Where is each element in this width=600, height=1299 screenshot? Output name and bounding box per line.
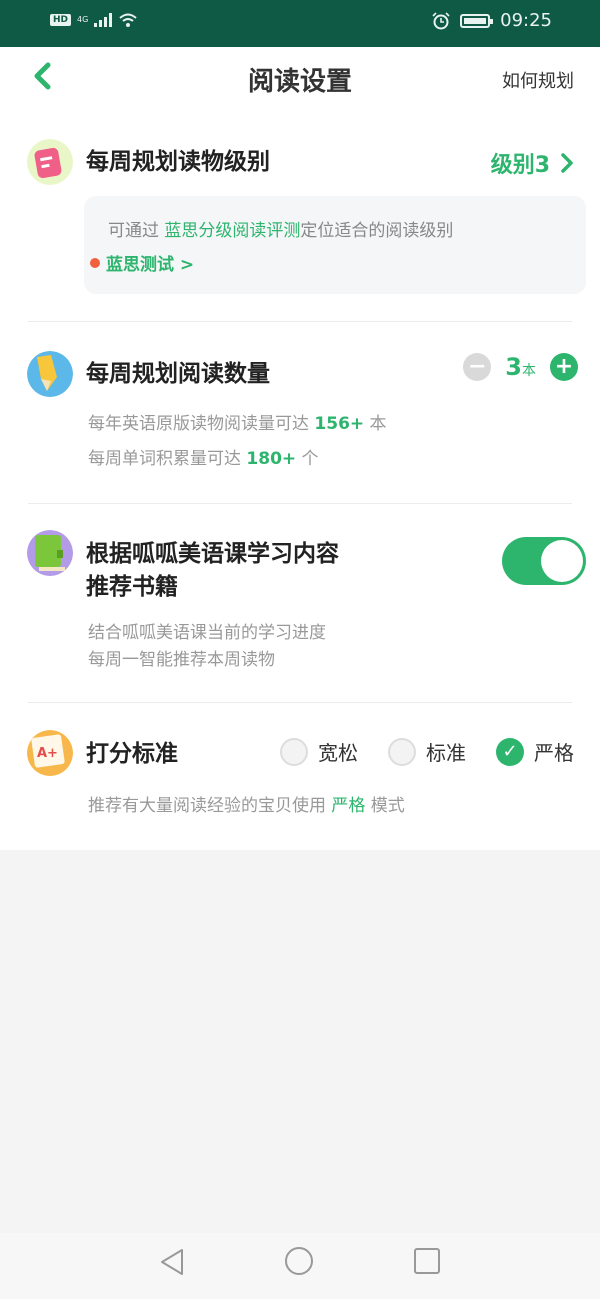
radio-lenient[interactable]: 宽松: [280, 737, 358, 766]
radio-standard-label: 标准: [426, 741, 466, 765]
level-info-text: 可通过 蓝思分级阅读评测定位适合的阅读级别: [108, 216, 453, 241]
radio-strict[interactable]: ✓ 严格: [496, 737, 574, 766]
weekly-prefix: 每周单词积累量可达: [88, 449, 247, 469]
weekly-suffix: 个: [296, 449, 319, 469]
signal-icon: [94, 13, 113, 27]
book-icon: [27, 530, 73, 576]
radio-strict-label: 严格: [534, 741, 574, 765]
nav-bar: 阅读设置 如何规划: [0, 47, 600, 109]
lexile-assessment-link[interactable]: 蓝思分级阅读评测: [164, 221, 300, 241]
count-section-title: 每周规划阅读数量: [86, 361, 270, 387]
status-left: HD 4G: [50, 12, 138, 28]
svg-text:A+: A+: [37, 746, 58, 761]
yearly-prefix: 每年英语原版读物阅读量可达: [88, 414, 315, 434]
radio-circle: [280, 737, 308, 766]
increment-button[interactable]: +: [550, 353, 578, 381]
level-value: 级别3: [490, 153, 550, 178]
quantity-stepper: − 3本 +: [463, 353, 578, 381]
yearly-value: 156+: [314, 414, 365, 434]
system-recents-icon[interactable]: [414, 1248, 440, 1274]
score-desc-value: 严格: [331, 796, 366, 816]
lexile-test-link[interactable]: 蓝思测试 >: [90, 250, 194, 275]
level-section-title: 每周规划读物级别: [86, 149, 270, 175]
recommend-desc-line2: 每周一智能推荐本周读物: [88, 650, 275, 670]
score-radio-group: 宽松 标准 ✓ 严格: [280, 737, 574, 766]
divider: [28, 503, 572, 504]
red-dot-icon: [90, 257, 100, 268]
yearly-suffix: 本: [364, 414, 387, 434]
wifi-icon: [119, 13, 137, 27]
score-desc-suffix: 模式: [365, 796, 405, 816]
level-info-prefix: 可通过: [108, 221, 165, 241]
divider: [28, 702, 572, 703]
level-info-suffix: 定位适合的阅读级别: [300, 221, 454, 241]
battery-icon: [460, 13, 494, 28]
recommend-toggle[interactable]: [502, 537, 586, 585]
radio-standard[interactable]: 标准: [388, 737, 466, 766]
alarm-icon: [432, 11, 450, 29]
settings-page: 阅读设置 如何规划 每周规划读物级别 级别3 可通过 蓝思分级阅读评测定位适合的…: [0, 47, 600, 850]
score-desc: 推荐有大量阅读经验的宝贝使用 严格 模式: [88, 789, 405, 823]
lexile-test-label: 蓝思测试 >: [106, 255, 195, 275]
radio-lenient-label: 宽松: [318, 741, 358, 765]
system-back-icon[interactable]: [158, 1247, 186, 1277]
status-right: 09:25: [432, 10, 552, 31]
score-desc-prefix: 推荐有大量阅读经验的宝贝使用: [88, 796, 332, 816]
count-unit: 本: [522, 363, 536, 379]
toggle-knob: [541, 540, 583, 582]
score-section-title: 打分标准: [86, 741, 178, 767]
reading-level-icon: [27, 139, 73, 185]
check-icon: ✓: [496, 737, 524, 766]
status-time: 09:25: [500, 10, 552, 31]
system-home-icon[interactable]: [285, 1247, 313, 1275]
status-bar: HD 4G 09:25: [0, 0, 600, 47]
how-to-plan-link[interactable]: 如何规划: [502, 67, 574, 93]
radio-circle: [388, 737, 416, 766]
divider: [28, 321, 572, 322]
level-selector[interactable]: 级别3: [491, 147, 574, 179]
count-value: 3本: [505, 353, 536, 381]
hd-badge: HD: [50, 14, 72, 26]
weekly-value: 180+: [246, 449, 297, 469]
yearly-reading-text: 每年英语原版读物阅读量可达 156+ 本: [88, 407, 387, 441]
pencil-icon: [27, 351, 73, 397]
count-number: 3: [505, 353, 522, 381]
recommend-title-line2: 推荐书籍: [86, 574, 178, 600]
system-nav-bar: [0, 1233, 600, 1299]
decrement-button[interactable]: −: [463, 353, 492, 381]
chevron-right-icon: [561, 153, 573, 173]
grade-a-plus-icon: A+: [27, 730, 73, 776]
network-type: 4G: [77, 15, 89, 24]
level-info-card: 可通过 蓝思分级阅读评测定位适合的阅读级别 蓝思测试 >: [84, 196, 586, 294]
recommend-title-line1: 根据呱呱美语课学习内容: [86, 541, 339, 567]
weekly-words-text: 每周单词积累量可达 180+ 个: [88, 442, 319, 476]
